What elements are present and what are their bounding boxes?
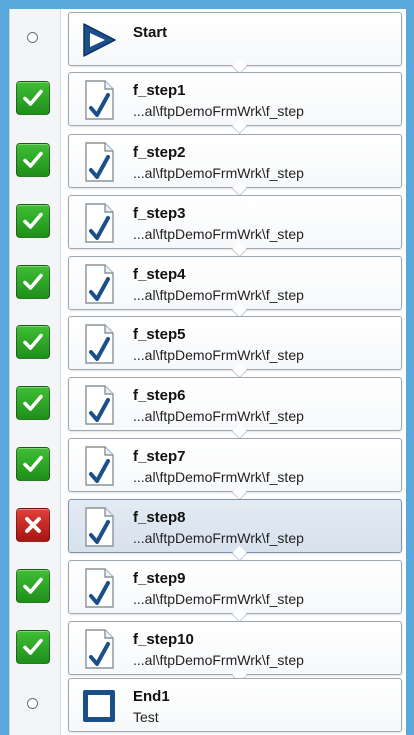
failure-x-icon: [16, 508, 50, 542]
end-square-icon: [77, 684, 121, 728]
workflow-step-card[interactable]: End1 Test: [68, 678, 402, 732]
step-title: f_step9: [133, 570, 186, 587]
workflow-step-card[interactable]: f_step5 ...al\ftpDemoFrmWrk\f_step: [68, 316, 402, 379]
step-title: f_step6: [133, 387, 186, 404]
workflow-step-row: f_step10 ...al\ftpDemoFrmWrk\f_step: [10, 619, 406, 684]
success-check-icon: [16, 630, 50, 664]
document-check-icon: [77, 201, 121, 245]
step-path: ...al\ftpDemoFrmWrk\f_step: [133, 530, 304, 546]
success-check-icon: [16, 325, 50, 359]
document-check-icon: [77, 322, 121, 366]
step-path: ...al\ftpDemoFrmWrk\f_step: [133, 408, 304, 424]
document-check-icon: [77, 444, 121, 488]
success-check-icon: [16, 204, 50, 238]
step-title: End1: [133, 688, 170, 705]
workflow-step-row: f_step9 ...al\ftpDemoFrmWrk\f_step: [10, 558, 406, 623]
step-path: ...al\ftpDemoFrmWrk\f_step: [133, 165, 304, 181]
workflow-step-card[interactable]: f_step8 ...al\ftpDemoFrmWrk\f_step: [68, 499, 402, 562]
workflow-step-row: f_step3 ...al\ftpDemoFrmWrk\f_step: [10, 193, 406, 258]
success-check-icon: [16, 569, 50, 603]
workflow-step-row: f_step4 ...al\ftpDemoFrmWrk\f_step: [10, 254, 406, 319]
workflow-step-card[interactable]: f_step1 ...al\ftpDemoFrmWrk\f_step: [68, 72, 402, 135]
step-title: f_step5: [133, 326, 186, 343]
success-check-icon: [16, 447, 50, 481]
workflow-step-row: End1 Test: [10, 676, 406, 734]
step-path: ...al\ftpDemoFrmWrk\f_step: [133, 469, 304, 485]
workflow-step-row: f_step6 ...al\ftpDemoFrmWrk\f_step: [10, 375, 406, 440]
step-path: Test: [133, 709, 159, 725]
document-check-icon: [77, 505, 121, 549]
step-title: f_step10: [133, 631, 194, 648]
workflow-panel: Start f_step1 ...al\ftpDemoFrmWrk\f_step f_…: [9, 9, 406, 735]
step-path: ...al\ftpDemoFrmWrk\f_step: [133, 652, 304, 668]
workflow-step-card[interactable]: f_step9 ...al\ftpDemoFrmWrk\f_step: [68, 560, 402, 623]
step-path: ...al\ftpDemoFrmWrk\f_step: [133, 347, 304, 363]
step-path: ...al\ftpDemoFrmWrk\f_step: [133, 591, 304, 607]
step-title: f_step8: [133, 509, 186, 526]
workflow-step-card[interactable]: Start: [68, 12, 402, 75]
step-title: f_step3: [133, 205, 186, 222]
workflow-step-row: f_step1 ...al\ftpDemoFrmWrk\f_step: [10, 70, 406, 135]
success-check-icon: [16, 81, 50, 115]
workflow-step-card[interactable]: f_step3 ...al\ftpDemoFrmWrk\f_step: [68, 195, 402, 258]
step-path: ...al\ftpDemoFrmWrk\f_step: [133, 226, 304, 242]
document-check-icon: [77, 627, 121, 671]
document-check-icon: [77, 566, 121, 610]
workflow-step-row: f_step2 ...al\ftpDemoFrmWrk\f_step: [10, 132, 406, 197]
workflow-step-card[interactable]: f_step4 ...al\ftpDemoFrmWrk\f_step: [68, 256, 402, 319]
no-status-dot-icon: [16, 21, 48, 53]
step-path: ...al\ftpDemoFrmWrk\f_step: [133, 287, 304, 303]
workflow-step-row: f_step8 ...al\ftpDemoFrmWrk\f_step: [10, 497, 406, 562]
step-title: f_step1: [133, 82, 186, 99]
no-status-dot-icon: [16, 687, 48, 719]
workflow-step-row: f_step5 ...al\ftpDemoFrmWrk\f_step: [10, 314, 406, 379]
step-path: ...al\ftpDemoFrmWrk\f_step: [133, 103, 304, 119]
workflow-step-row: Start: [10, 10, 406, 75]
document-check-icon: [77, 140, 121, 184]
step-title: f_step4: [133, 266, 186, 283]
workflow-step-card[interactable]: f_step7 ...al\ftpDemoFrmWrk\f_step: [68, 438, 402, 501]
step-title: f_step2: [133, 144, 186, 161]
workflow-step-card[interactable]: f_step6 ...al\ftpDemoFrmWrk\f_step: [68, 377, 402, 440]
step-title: Start: [133, 24, 168, 41]
start-arrow-icon: [77, 18, 121, 62]
step-title: f_step7: [133, 448, 186, 465]
document-check-icon: [77, 78, 121, 122]
success-check-icon: [16, 386, 50, 420]
document-check-icon: [77, 262, 121, 306]
workflow-step-row: f_step7 ...al\ftpDemoFrmWrk\f_step: [10, 436, 406, 501]
workflow-step-card[interactable]: f_step10 ...al\ftpDemoFrmWrk\f_step: [68, 621, 402, 684]
success-check-icon: [16, 265, 50, 299]
success-check-icon: [16, 143, 50, 177]
document-check-icon: [77, 383, 121, 427]
workflow-step-card[interactable]: f_step2 ...al\ftpDemoFrmWrk\f_step: [68, 134, 402, 197]
